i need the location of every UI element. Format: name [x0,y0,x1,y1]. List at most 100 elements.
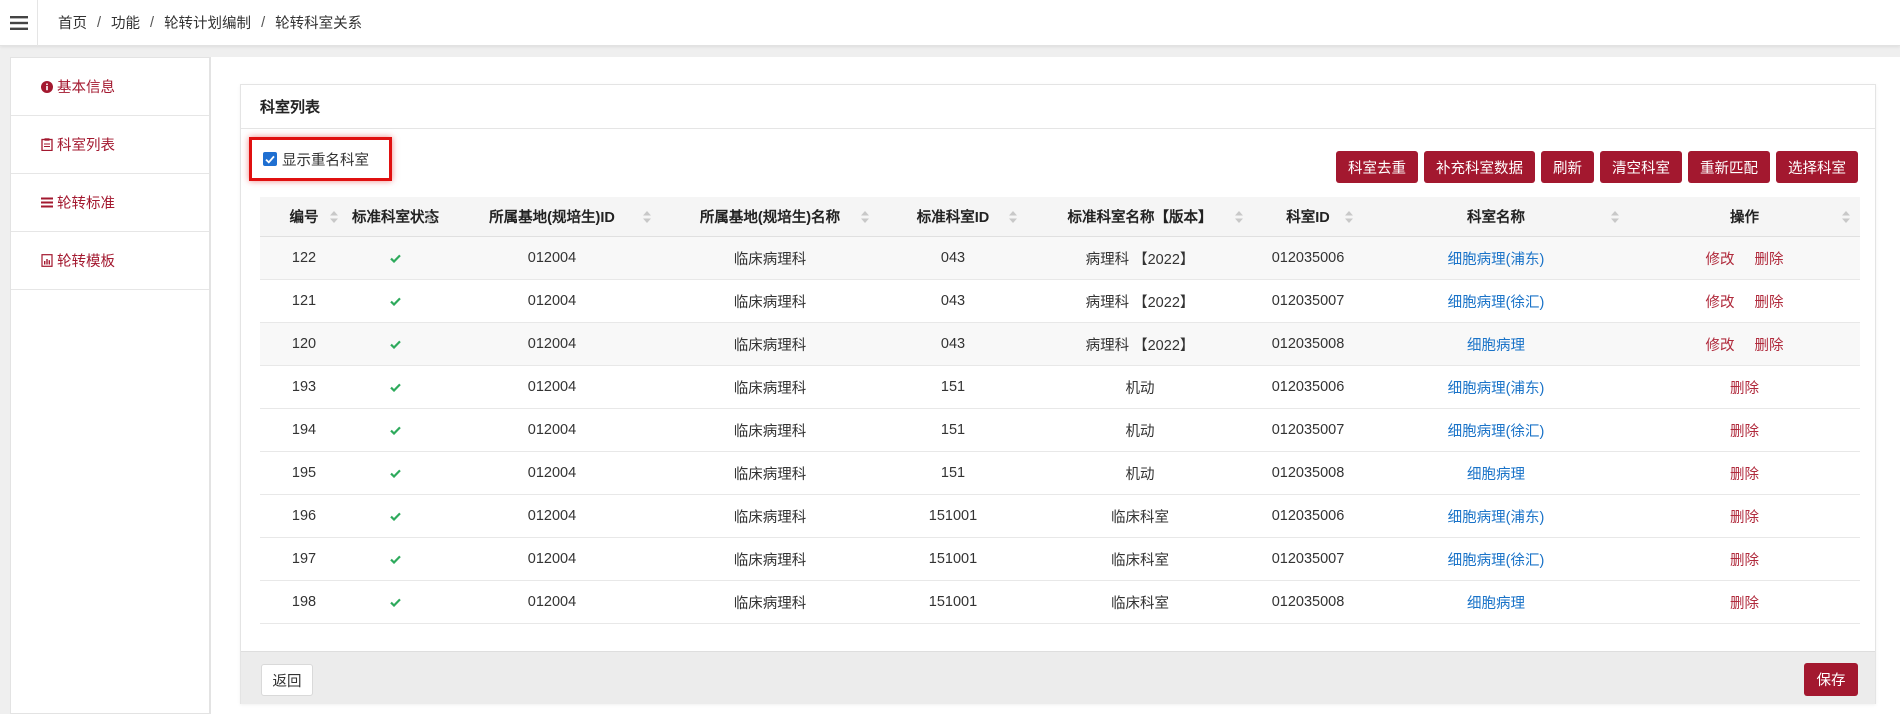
delete-link[interactable]: 删除 [1755,291,1784,312]
cell-std-dept-name: 临床科室 [1111,552,1169,569]
dept-list-panel: 科室列表 显示重名科室 科室去重 补充科室数据 刷新 清空科室 重新匹配 选择科… [240,84,1876,704]
delete-link[interactable]: 删除 [1755,334,1784,355]
breadcrumb-separator: / [261,14,266,31]
breadcrumb-separator: / [150,14,155,31]
rematch-button[interactable]: 重新匹配 [1688,151,1770,183]
cell-dept-id: 012035006 [1271,379,1345,395]
breadcrumb-separator: / [97,14,102,31]
dept-name-link[interactable]: 细胞病理 [1467,334,1525,355]
breadcrumb: 首页 / 功能 / 轮转计划编制 / 轮转科室关系 [58,12,362,33]
supplement-data-button[interactable]: 补充科室数据 [1424,151,1535,183]
cell-base-name: 临床病理科 [733,423,807,440]
edit-link[interactable]: 修改 [1706,334,1735,355]
sidebar-item-rotation-template[interactable]: 轮转模板 [11,232,209,290]
cell-dept-id: 012035008 [1271,594,1345,610]
table-row: 120 012004 临床病理科 043 病理科 【2022】 01203500… [260,323,1860,366]
dept-name-link[interactable]: 细胞病理(浦东) [1448,506,1545,527]
sort-icon [1345,211,1353,223]
edit-link[interactable]: 修改 [1706,291,1735,312]
dept-name-link[interactable]: 细胞病理 [1467,592,1525,613]
column-header-actions[interactable]: 操作 [1629,197,1860,236]
cell-id: 194 [291,422,317,438]
cell-std-dept-name: 病理科 【2022】 [1085,337,1195,354]
status-check-icon [348,280,443,322]
delete-link[interactable]: 删除 [1730,549,1759,570]
breadcrumb-function[interactable]: 功能 [111,12,140,33]
cell-dept-id: 012035008 [1271,465,1345,481]
column-header-dept-id[interactable]: 科室ID [1253,197,1363,236]
cell-dept-id: 012035008 [1271,336,1345,352]
panel-footer: 返回 保存 [241,651,1875,704]
delete-link[interactable]: 删除 [1730,506,1759,527]
column-header-id[interactable]: 编号 [260,197,348,236]
dept-name-link[interactable]: 细胞病理 [1467,463,1525,484]
dept-name-link[interactable]: 细胞病理(徐汇) [1448,549,1545,570]
file-chart-icon [40,254,53,267]
sidebar-item-basic-info[interactable]: 基本信息 [11,58,209,116]
status-check-icon [348,237,443,279]
cell-base-id: 012004 [527,293,577,309]
cell-base-id: 012004 [527,379,577,395]
cell-base-name: 临床病理科 [733,552,807,569]
column-header-base-id[interactable]: 所属基地(规培生)ID [443,197,661,236]
dept-name-link[interactable]: 细胞病理(浦东) [1448,377,1545,398]
cell-dept-id: 012035007 [1271,293,1345,309]
dedupe-dept-button[interactable]: 科室去重 [1336,151,1418,183]
cell-base-id: 012004 [527,250,577,266]
table-row: 194 012004 临床病理科 151 机动 012035007 细胞病理(徐… [260,409,1860,452]
sidebar-item-rotation-standard[interactable]: 轮转标准 [11,174,209,232]
panel-title: 科室列表 [241,85,1875,129]
dept-name-link[interactable]: 细胞病理(浦东) [1448,248,1545,269]
cell-id: 122 [291,250,317,266]
breadcrumb-home[interactable]: 首页 [58,12,87,33]
cell-base-id: 012004 [527,336,577,352]
show-duplicate-checkbox[interactable]: 显示重名科室 [249,137,392,181]
cell-std-dept-id: 043 [940,250,966,266]
cell-std-dept-name: 机动 [1125,380,1155,397]
info-circle-icon [40,80,53,93]
column-header-std-dept-id[interactable]: 标准科室ID [879,197,1027,236]
table-row: 121 012004 临床病理科 043 病理科 【2022】 01203500… [260,280,1860,323]
top-bar: 首页 / 功能 / 轮转计划编制 / 轮转科室关系 [0,0,1900,46]
delete-link[interactable]: 删除 [1730,463,1759,484]
dept-name-link[interactable]: 细胞病理(徐汇) [1448,420,1545,441]
table-row: 122 012004 临床病理科 043 病理科 【2022】 01203500… [260,237,1860,280]
cell-base-name: 临床病理科 [733,466,807,483]
select-dept-button[interactable]: 选择科室 [1776,151,1858,183]
sort-icon [330,211,338,223]
delete-link[interactable]: 删除 [1730,377,1759,398]
sidebar-item-dept-list[interactable]: 科室列表 [11,116,209,174]
edit-link[interactable]: 修改 [1706,248,1735,269]
dept-name-link[interactable]: 细胞病理(徐汇) [1448,291,1545,312]
delete-link[interactable]: 删除 [1755,248,1784,269]
cell-id: 120 [291,336,317,352]
delete-link[interactable]: 删除 [1730,420,1759,441]
column-header-std-dept-name[interactable]: 标准科室名称【版本】 [1027,197,1253,236]
table-row: 197 012004 临床病理科 151001 临床科室 012035007 细… [260,538,1860,581]
cell-std-dept-id: 151 [940,465,966,481]
sort-icon [1842,211,1850,223]
delete-link[interactable]: 删除 [1730,592,1759,613]
column-header-dept-name[interactable]: 科室名称 [1363,197,1629,236]
breadcrumb-current: 轮转科室关系 [275,16,363,32]
cell-std-dept-id: 151 [940,422,966,438]
breadcrumb-plan[interactable]: 轮转计划编制 [164,12,251,33]
cell-dept-id: 012035006 [1271,250,1345,266]
cell-id: 195 [291,465,317,481]
table-row: 198 012004 临床病理科 151001 临床科室 012035008 细… [260,581,1860,624]
refresh-button[interactable]: 刷新 [1541,151,1594,183]
save-button[interactable]: 保存 [1804,663,1858,696]
cell-id: 196 [291,508,317,524]
table-row: 193 012004 临床病理科 151 机动 012035006 细胞病理(浦… [260,366,1860,409]
cell-base-id: 012004 [527,508,577,524]
hamburger-menu-icon[interactable] [0,0,38,46]
back-button[interactable]: 返回 [261,664,313,696]
status-check-icon [348,538,443,580]
cell-base-id: 012004 [527,551,577,567]
column-header-base-name[interactable]: 所属基地(规培生)名称 [661,197,879,236]
cell-id: 193 [291,379,317,395]
cell-std-dept-id: 151001 [928,594,978,610]
clear-dept-button[interactable]: 清空科室 [1600,151,1682,183]
checkbox-checked-icon[interactable] [263,152,277,166]
column-header-std-status[interactable]: 标准科室状态 [348,197,443,236]
